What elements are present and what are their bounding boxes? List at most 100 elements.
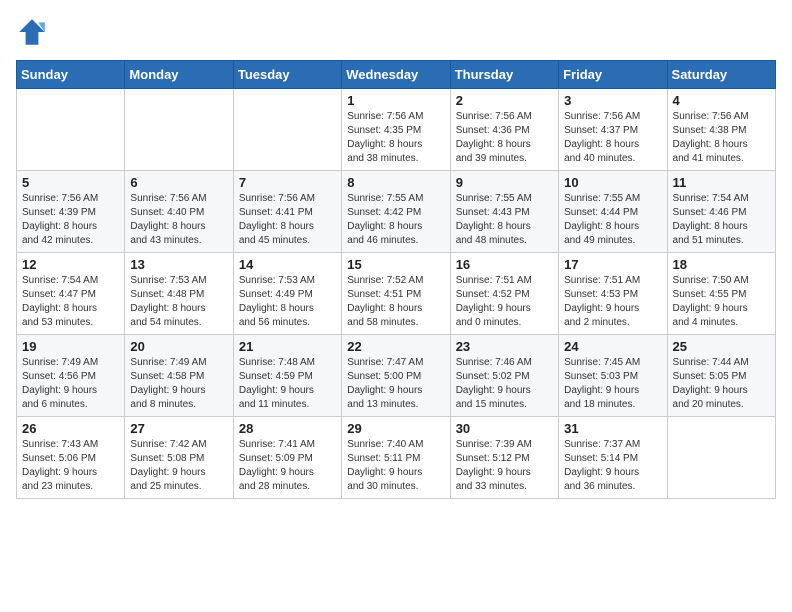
day-info: Sunrise: 7:55 AM Sunset: 4:42 PM Dayligh… [347, 192, 444, 248]
week-row-1: 1 Sunrise: 7:56 AM Sunset: 4:35 PM Daylig… [17, 89, 776, 171]
calendar-cell [125, 89, 233, 171]
calendar-cell: 2 Sunrise: 7:56 AM Sunset: 4:36 PM Daylig… [450, 89, 558, 171]
weekday-header-monday: Monday [125, 61, 233, 89]
day-info: Sunrise: 7:46 AM Sunset: 5:02 PM Dayligh… [456, 356, 553, 412]
day-info: Sunrise: 7:50 AM Sunset: 4:55 PM Dayligh… [673, 274, 770, 330]
day-number: 2 [456, 93, 553, 108]
day-info: Sunrise: 7:45 AM Sunset: 5:03 PM Dayligh… [564, 356, 661, 412]
day-info: Sunrise: 7:43 AM Sunset: 5:06 PM Dayligh… [22, 438, 119, 494]
calendar-cell: 23 Sunrise: 7:46 AM Sunset: 5:02 PM Dayli… [450, 335, 558, 417]
calendar-cell: 10 Sunrise: 7:55 AM Sunset: 4:44 PM Dayli… [559, 171, 667, 253]
weekday-header-thursday: Thursday [450, 61, 558, 89]
day-info: Sunrise: 7:56 AM Sunset: 4:38 PM Dayligh… [673, 110, 770, 166]
day-info: Sunrise: 7:49 AM Sunset: 4:56 PM Dayligh… [22, 356, 119, 412]
day-info: Sunrise: 7:56 AM Sunset: 4:36 PM Dayligh… [456, 110, 553, 166]
day-number: 23 [456, 339, 553, 354]
calendar-cell: 18 Sunrise: 7:50 AM Sunset: 4:55 PM Dayli… [667, 253, 775, 335]
calendar-cell: 4 Sunrise: 7:56 AM Sunset: 4:38 PM Daylig… [667, 89, 775, 171]
day-info: Sunrise: 7:55 AM Sunset: 4:44 PM Dayligh… [564, 192, 661, 248]
day-number: 21 [239, 339, 336, 354]
calendar-cell: 13Sunrise: 7:53 AM Sunset: 4:48 PM Dayli… [125, 253, 233, 335]
day-number: 27 [130, 421, 227, 436]
logo [16, 16, 52, 48]
calendar-table: SundayMondayTuesdayWednesdayThursdayFrid… [16, 60, 776, 499]
day-number: 8 [347, 175, 444, 190]
day-number: 19 [22, 339, 119, 354]
day-number: 18 [673, 257, 770, 272]
day-info: Sunrise: 7:56 AM Sunset: 4:37 PM Dayligh… [564, 110, 661, 166]
day-info: Sunrise: 7:41 AM Sunset: 5:09 PM Dayligh… [239, 438, 336, 494]
calendar-cell: 25Sunrise: 7:44 AM Sunset: 5:05 PM Dayli… [667, 335, 775, 417]
day-number: 20 [130, 339, 227, 354]
day-number: 1 [347, 93, 444, 108]
calendar-cell [233, 89, 341, 171]
day-number: 26 [22, 421, 119, 436]
calendar-cell: 26 Sunrise: 7:43 AM Sunset: 5:06 PM Dayli… [17, 417, 125, 499]
weekday-header-friday: Friday [559, 61, 667, 89]
week-row-3: 12 Sunrise: 7:54 AM Sunset: 4:47 PM Dayli… [17, 253, 776, 335]
calendar-cell: 5 Sunrise: 7:56 AM Sunset: 4:39 PM Daylig… [17, 171, 125, 253]
week-row-5: 26 Sunrise: 7:43 AM Sunset: 5:06 PM Dayli… [17, 417, 776, 499]
day-number: 25 [673, 339, 770, 354]
day-number: 9 [456, 175, 553, 190]
page-header [16, 16, 776, 48]
day-number: 10 [564, 175, 661, 190]
calendar-cell: 29 Sunrise: 7:40 AM Sunset: 5:11 PM Dayli… [342, 417, 450, 499]
calendar-cell: 3 Sunrise: 7:56 AM Sunset: 4:37 PM Daylig… [559, 89, 667, 171]
day-info: Sunrise: 7:56 AM Sunset: 4:39 PM Dayligh… [22, 192, 119, 248]
day-info: Sunrise: 7:53 AM Sunset: 4:48 PM Dayligh… [130, 274, 227, 330]
calendar-cell: 8 Sunrise: 7:55 AM Sunset: 4:42 PM Daylig… [342, 171, 450, 253]
day-info: Sunrise: 7:53 AM Sunset: 4:49 PM Dayligh… [239, 274, 336, 330]
day-number: 7 [239, 175, 336, 190]
day-info: Sunrise: 7:37 AM Sunset: 5:14 PM Dayligh… [564, 438, 661, 494]
weekday-header-wednesday: Wednesday [342, 61, 450, 89]
calendar-cell: 24 Sunrise: 7:45 AM Sunset: 5:03 PM Dayli… [559, 335, 667, 417]
day-number: 30 [456, 421, 553, 436]
calendar-cell: 19 Sunrise: 7:49 AM Sunset: 4:56 PM Dayli… [17, 335, 125, 417]
day-info: Sunrise: 7:55 AM Sunset: 4:43 PM Dayligh… [456, 192, 553, 248]
calendar-cell: 6Sunrise: 7:56 AM Sunset: 4:40 PM Daylig… [125, 171, 233, 253]
day-number: 11 [673, 175, 770, 190]
calendar-cell: 22Sunrise: 7:47 AM Sunset: 5:00 PM Dayli… [342, 335, 450, 417]
calendar-cell: 20 Sunrise: 7:49 AM Sunset: 4:58 PM Dayli… [125, 335, 233, 417]
calendar-cell: 11 Sunrise: 7:54 AM Sunset: 4:46 PM Dayli… [667, 171, 775, 253]
day-info: Sunrise: 7:56 AM Sunset: 4:41 PM Dayligh… [239, 192, 336, 248]
calendar-cell: 16Sunrise: 7:51 AM Sunset: 4:52 PM Dayli… [450, 253, 558, 335]
weekday-header-row: SundayMondayTuesdayWednesdayThursdayFrid… [17, 61, 776, 89]
day-info: Sunrise: 7:51 AM Sunset: 4:52 PM Dayligh… [456, 274, 553, 330]
day-number: 17 [564, 257, 661, 272]
day-number: 24 [564, 339, 661, 354]
day-info: Sunrise: 7:40 AM Sunset: 5:11 PM Dayligh… [347, 438, 444, 494]
weekday-header-tuesday: Tuesday [233, 61, 341, 89]
day-number: 3 [564, 93, 661, 108]
logo-icon [16, 16, 48, 48]
day-info: Sunrise: 7:56 AM Sunset: 4:35 PM Dayligh… [347, 110, 444, 166]
calendar-cell: 28 Sunrise: 7:41 AM Sunset: 5:09 PM Dayli… [233, 417, 341, 499]
calendar-cell: 30 Sunrise: 7:39 AM Sunset: 5:12 PM Dayli… [450, 417, 558, 499]
week-row-2: 5 Sunrise: 7:56 AM Sunset: 4:39 PM Daylig… [17, 171, 776, 253]
calendar-cell: 31 Sunrise: 7:37 AM Sunset: 5:14 PM Dayli… [559, 417, 667, 499]
day-info: Sunrise: 7:54 AM Sunset: 4:47 PM Dayligh… [22, 274, 119, 330]
day-info: Sunrise: 7:52 AM Sunset: 4:51 PM Dayligh… [347, 274, 444, 330]
day-info: Sunrise: 7:39 AM Sunset: 5:12 PM Dayligh… [456, 438, 553, 494]
day-number: 29 [347, 421, 444, 436]
day-number: 12 [22, 257, 119, 272]
week-row-4: 19 Sunrise: 7:49 AM Sunset: 4:56 PM Dayli… [17, 335, 776, 417]
day-info: Sunrise: 7:56 AM Sunset: 4:40 PM Dayligh… [130, 192, 227, 248]
weekday-header-sunday: Sunday [17, 61, 125, 89]
weekday-header-saturday: Saturday [667, 61, 775, 89]
day-info: Sunrise: 7:47 AM Sunset: 5:00 PM Dayligh… [347, 356, 444, 412]
day-info: Sunrise: 7:48 AM Sunset: 4:59 PM Dayligh… [239, 356, 336, 412]
day-info: Sunrise: 7:51 AM Sunset: 4:53 PM Dayligh… [564, 274, 661, 330]
day-number: 4 [673, 93, 770, 108]
calendar-cell: 27 Sunrise: 7:42 AM Sunset: 5:08 PM Dayli… [125, 417, 233, 499]
day-number: 5 [22, 175, 119, 190]
day-number: 28 [239, 421, 336, 436]
calendar-cell: 12 Sunrise: 7:54 AM Sunset: 4:47 PM Dayli… [17, 253, 125, 335]
day-info: Sunrise: 7:54 AM Sunset: 4:46 PM Dayligh… [673, 192, 770, 248]
calendar-cell [17, 89, 125, 171]
day-info: Sunrise: 7:49 AM Sunset: 4:58 PM Dayligh… [130, 356, 227, 412]
day-number: 31 [564, 421, 661, 436]
day-info: Sunrise: 7:42 AM Sunset: 5:08 PM Dayligh… [130, 438, 227, 494]
calendar-cell: 7 Sunrise: 7:56 AM Sunset: 4:41 PM Daylig… [233, 171, 341, 253]
